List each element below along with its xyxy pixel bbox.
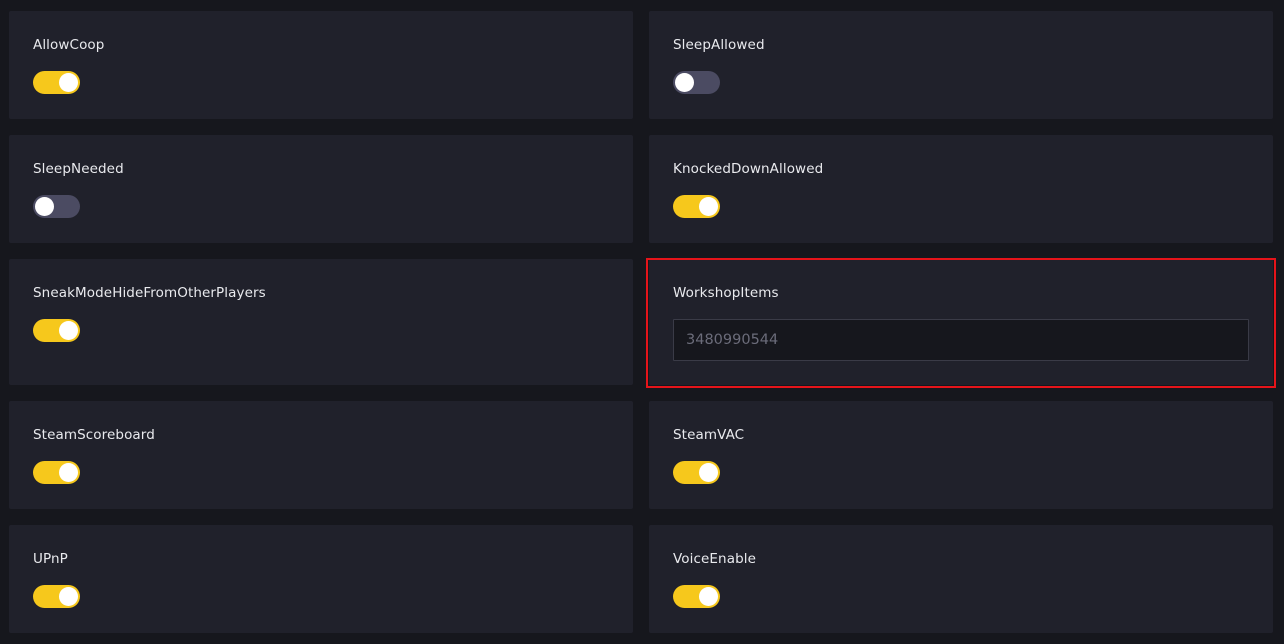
setting-label: SleepNeeded — [33, 161, 124, 177]
toggle-knob — [699, 197, 718, 216]
toggle-knob — [699, 587, 718, 606]
sneak-mode-hide-toggle[interactable] — [33, 319, 80, 342]
toggle-knob — [699, 463, 718, 482]
toggle-knob — [59, 463, 78, 482]
setting-label: SleepAllowed — [673, 37, 765, 53]
setting-label: WorkshopItems — [673, 285, 779, 301]
setting-card-sleep-needed: SleepNeeded — [9, 135, 633, 243]
steam-vac-toggle[interactable] — [673, 461, 720, 484]
setting-card-voice-enable: VoiceEnable — [649, 525, 1273, 633]
setting-label: SneakModeHideFromOtherPlayers — [33, 285, 266, 301]
setting-card-sneak-mode-hide: SneakModeHideFromOtherPlayers — [9, 259, 633, 385]
setting-label: UPnP — [33, 551, 68, 567]
sleep-allowed-toggle[interactable] — [673, 71, 720, 94]
setting-label: VoiceEnable — [673, 551, 757, 567]
allow-coop-toggle[interactable] — [33, 71, 80, 94]
setting-label: SteamScoreboard — [33, 427, 155, 443]
setting-label: SteamVAC — [673, 427, 745, 443]
setting-card-workshop-items: WorkshopItems — [649, 259, 1273, 385]
setting-card-steam-scoreboard: SteamScoreboard — [9, 401, 633, 509]
settings-grid: AllowCoop SleepAllowed SleepNeeded Knock… — [0, 0, 1284, 644]
setting-card-upnp: UPnP — [9, 525, 633, 633]
toggle-knob — [59, 587, 78, 606]
workshop-items-input[interactable] — [673, 319, 1249, 361]
upnp-toggle[interactable] — [33, 585, 80, 608]
sleep-needed-toggle[interactable] — [33, 195, 80, 218]
setting-card-sleep-allowed: SleepAllowed — [649, 11, 1273, 119]
toggle-knob — [35, 197, 54, 216]
voice-enable-toggle[interactable] — [673, 585, 720, 608]
knocked-down-allowed-toggle[interactable] — [673, 195, 720, 218]
setting-card-allow-coop: AllowCoop — [9, 11, 633, 119]
setting-label: KnockedDownAllowed — [673, 161, 824, 177]
toggle-knob — [59, 321, 78, 340]
toggle-knob — [675, 73, 694, 92]
setting-card-steam-vac: SteamVAC — [649, 401, 1273, 509]
steam-scoreboard-toggle[interactable] — [33, 461, 80, 484]
toggle-knob — [59, 73, 78, 92]
setting-label: AllowCoop — [33, 37, 105, 53]
setting-card-knocked-down-allowed: KnockedDownAllowed — [649, 135, 1273, 243]
